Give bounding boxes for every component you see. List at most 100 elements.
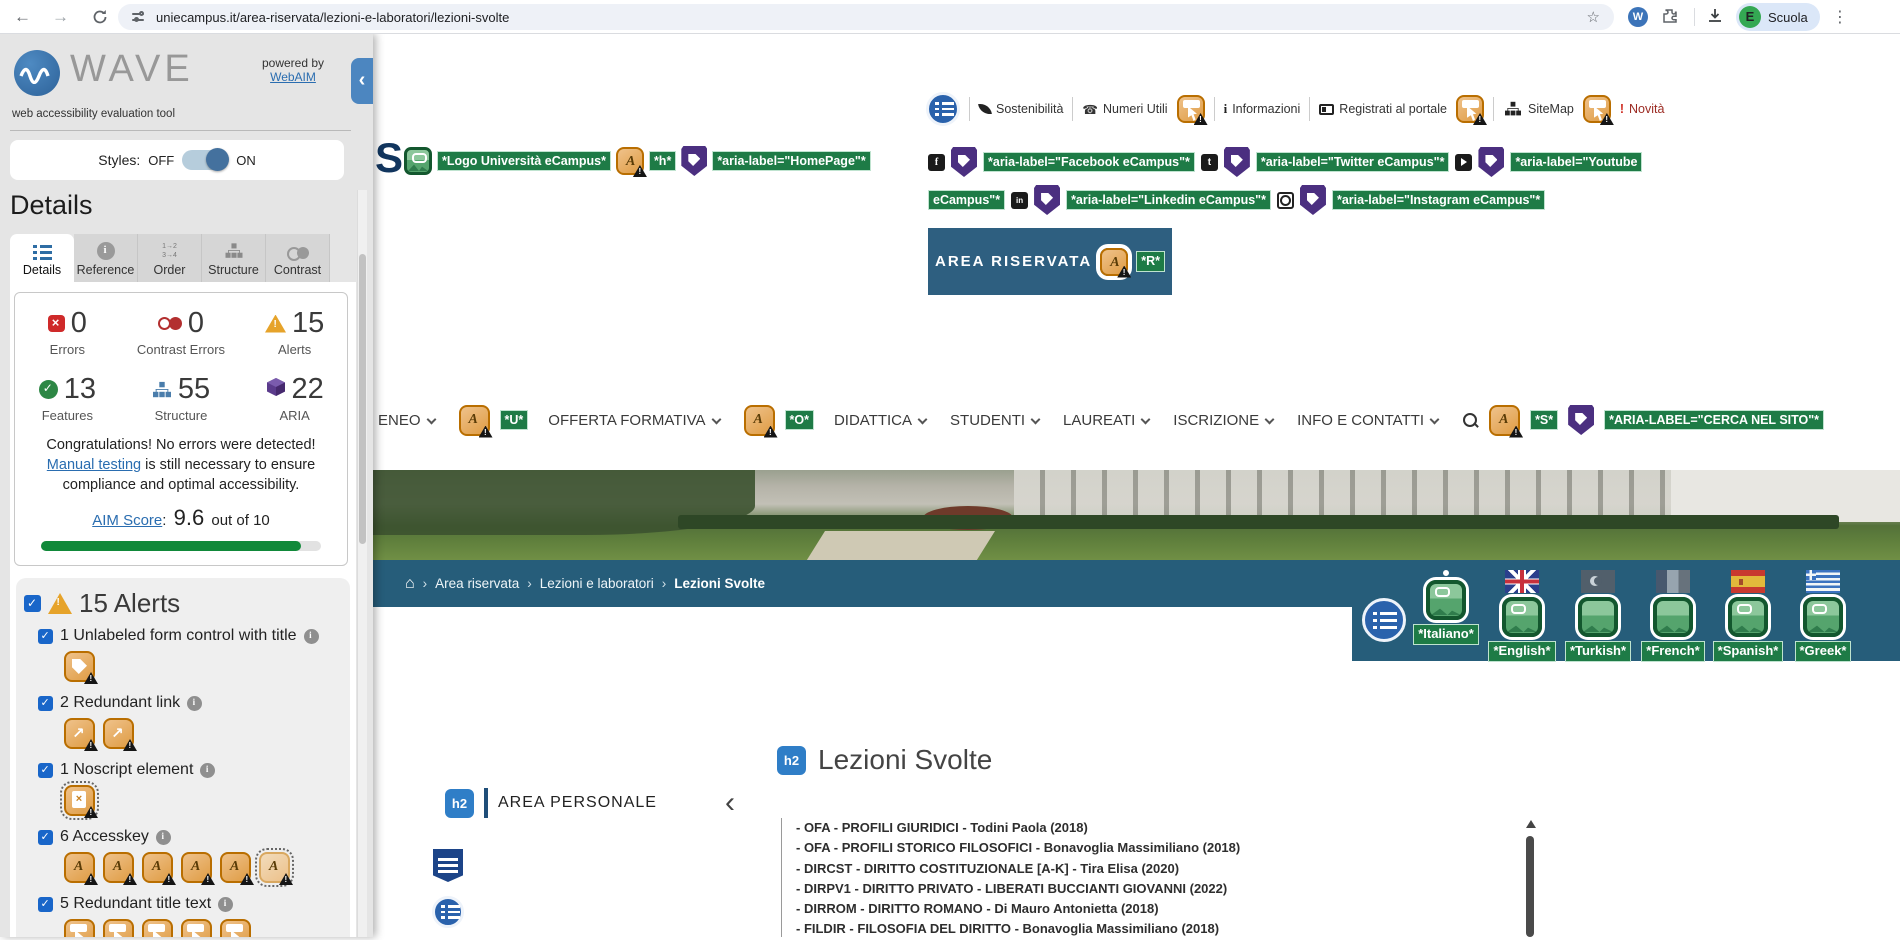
alert-checkbox[interactable] [38, 695, 53, 711]
utility-sitemap[interactable]: SiteMap [1503, 100, 1574, 118]
wave-collapse-button[interactable] [351, 58, 373, 104]
wave-linked-image-icon[interactable] [1728, 597, 1768, 637]
lang-spanish[interactable]: *Spanish* [1710, 570, 1786, 662]
wave-accesskey-icon[interactable] [743, 404, 778, 438]
wave-linked-image-icon[interactable] [1803, 597, 1843, 637]
info-icon[interactable] [303, 628, 319, 644]
wave-redundant-title-icon[interactable] [64, 919, 95, 937]
address-bar[interactable]: uniecampus.it/area-riservata/lezioni-e-l… [118, 4, 1614, 30]
utility-numeri-utili[interactable]: ☎ Numeri Utili [1082, 102, 1167, 117]
twitter-icon[interactable] [1200, 153, 1218, 171]
styles-toggle[interactable] [182, 148, 230, 171]
search-icon[interactable] [1462, 412, 1479, 429]
wave-unlabeled-form-icon[interactable] [64, 651, 98, 684]
alert-checkbox[interactable] [38, 762, 53, 778]
back-icon[interactable]: ← [14, 0, 31, 34]
extensions-puzzle-icon[interactable] [1662, 8, 1678, 24]
utility-sostenibilita[interactable]: Sostenibilità [978, 102, 1063, 116]
wave-extension-icon[interactable]: W [1628, 7, 1648, 27]
wave-redundant-title-icon[interactable] [142, 919, 173, 937]
forward-icon[interactable]: → [52, 0, 69, 34]
tab-order[interactable]: 1→2 3→4 Order [138, 234, 202, 282]
wave-redundant-title-icon[interactable] [181, 919, 212, 937]
wave-redundant-title-icon[interactable] [1176, 95, 1208, 125]
instagram-icon[interactable] [1276, 191, 1294, 209]
wave-scrollbar[interactable] [357, 190, 367, 937]
webaim-link[interactable]: WebAIM [270, 70, 316, 84]
wave-aria-label-icon[interactable] [951, 147, 977, 177]
reload-icon[interactable] [92, 0, 108, 34]
info-icon[interactable] [155, 829, 171, 845]
site-info-icon[interactable] [132, 11, 146, 23]
profile-chip[interactable]: E Scuola [1736, 3, 1820, 31]
wave-image-icon[interactable] [1578, 597, 1618, 637]
aim-score-link[interactable]: AIM Score [92, 512, 162, 529]
lang-greek[interactable]: *Greek* [1785, 570, 1861, 662]
course-item[interactable]: - DIRPV1 - DIRITTO PRIVATO - LIBERATI BU… [796, 879, 1521, 899]
info-icon[interactable] [218, 896, 234, 912]
downloads-icon[interactable] [1706, 7, 1724, 30]
tab-details[interactable]: Details [10, 234, 74, 282]
utility-registrati[interactable]: Registrati al portale [1319, 102, 1447, 116]
wave-linked-image-icon[interactable] [1426, 580, 1466, 620]
wave-accesskey-icon-selected[interactable] [255, 848, 294, 887]
wave-aria-label-icon[interactable] [681, 146, 708, 176]
wave-redundant-link-icon[interactable] [103, 718, 137, 751]
bookmark-star-icon[interactable]: ☆ [1587, 8, 1600, 26]
nav-didattica[interactable]: DIDATTICA [834, 412, 928, 429]
youtube-icon[interactable] [1455, 153, 1473, 171]
area-riservata-button[interactable]: AREA RISERVATA *R* [928, 228, 1172, 295]
lang-french[interactable]: *French* [1635, 570, 1711, 662]
wave-accesskey-icon[interactable] [1100, 247, 1132, 278]
nav-info-contatti[interactable]: INFO E CONTATTI [1297, 412, 1440, 429]
lang-english[interactable]: *English* [1484, 570, 1560, 662]
wave-redundant-title-icon[interactable] [1456, 95, 1487, 125]
linkedin-icon[interactable] [1011, 191, 1029, 209]
wave-image-icon[interactable] [1653, 597, 1693, 637]
tab-structure[interactable]: Structure [202, 234, 266, 282]
wave-accesskey-icon[interactable] [458, 404, 493, 438]
utility-novita[interactable]: ! Novità [1620, 102, 1665, 116]
nav-studenti[interactable]: STUDENTI [950, 412, 1041, 429]
wave-accesskey-icon[interactable] [615, 147, 647, 177]
course-item[interactable]: - OFA - PROFILI GIURIDICI - Todini Paola… [796, 818, 1521, 838]
wave-redundant-title-icon[interactable] [103, 919, 134, 937]
tab-contrast[interactable]: Contrast [266, 234, 330, 282]
breadcrumb-area-riservata[interactable]: Area riservata [435, 576, 519, 591]
wave-redundant-link-icon[interactable] [64, 718, 98, 751]
collapse-chevron-icon[interactable]: ‹ [725, 788, 735, 818]
browser-menu-icon[interactable]: ⋮ [1832, 0, 1848, 34]
nav-laureati[interactable]: LAUREATI [1063, 412, 1151, 429]
course-item[interactable]: - OFA - PROFILI STORICO FILOSOFICI - Bon… [796, 838, 1521, 858]
utility-informazioni[interactable]: i Informazioni [1224, 101, 1301, 117]
lang-turkish[interactable]: *Turkish* [1560, 570, 1636, 662]
wave-noscript-icon[interactable] [60, 781, 99, 820]
wave-accesskey-icon[interactable] [220, 852, 254, 885]
wave-aria-label-icon[interactable] [1034, 185, 1061, 215]
wave-linked-image-icon[interactable] [1502, 597, 1542, 637]
wave-aria-label-icon[interactable] [1299, 185, 1326, 215]
wave-accesskey-icon[interactable] [142, 852, 176, 885]
manual-testing-link[interactable]: Manual testing [47, 457, 141, 473]
wave-accesskey-icon[interactable] [181, 852, 215, 885]
alert-checkbox[interactable] [38, 896, 53, 912]
facebook-icon[interactable] [928, 153, 945, 171]
alert-checkbox[interactable] [38, 628, 53, 644]
nav-iscrizione[interactable]: ISCRIZIONE [1173, 412, 1275, 429]
tab-reference[interactable]: Reference [74, 234, 138, 282]
nav-offerta-formativa[interactable]: OFFERTA FORMATIVA [548, 412, 721, 429]
scroll-up-arrow[interactable] [1526, 820, 1536, 828]
alerts-checkbox[interactable] [24, 595, 41, 612]
course-item[interactable]: - DIRCST - DIRITTO COSTITUZIONALE [A-K] … [796, 859, 1521, 879]
lang-italiano[interactable]: *Italiano* [1408, 570, 1484, 645]
content-scrollbar[interactable] [1526, 836, 1534, 937]
breadcrumb-lezioni-laboratori[interactable]: Lezioni e laboratori [540, 576, 654, 591]
wave-aria-label-icon[interactable] [1568, 405, 1595, 435]
info-icon[interactable] [187, 695, 203, 711]
wave-redundant-title-icon[interactable] [1582, 95, 1614, 125]
info-icon[interactable] [200, 762, 216, 778]
wave-redundant-title-icon[interactable] [220, 919, 251, 937]
home-icon[interactable]: ⌂ [405, 575, 415, 593]
wave-linked-image-icon[interactable] [404, 147, 432, 175]
wave-accesskey-icon[interactable] [103, 852, 137, 885]
